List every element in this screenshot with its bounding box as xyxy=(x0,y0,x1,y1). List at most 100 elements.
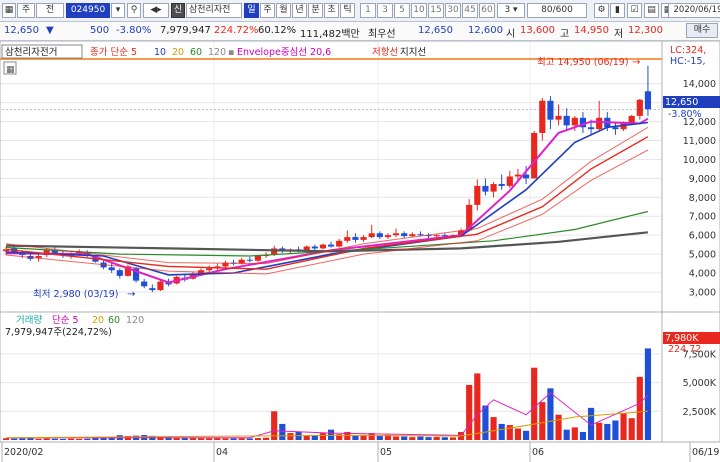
best-label: 최우선 xyxy=(368,29,396,40)
period-tab-2[interactable]: 월 xyxy=(276,3,291,18)
candle-body xyxy=(108,267,115,271)
code-dropdown-icon[interactable]: ▾ xyxy=(111,3,125,18)
volume-bar xyxy=(279,423,286,440)
volume-bar xyxy=(303,435,310,440)
volume-bar xyxy=(238,438,245,440)
period-tab-5[interactable]: 초 xyxy=(324,3,339,18)
indicator-icon[interactable]: ▮ xyxy=(610,3,625,18)
chart-area[interactable]: 삼천리자전거 종가 단순 5 10 20 60 120 ▪ Envelope중심… xyxy=(0,41,720,462)
period-tab-0[interactable]: 일 xyxy=(244,3,259,18)
legend-envelope: Envelope중심선 20,6 xyxy=(237,47,331,58)
trade-value: 111,482백만 xyxy=(300,29,360,40)
candle-body xyxy=(571,117,578,126)
volume-bar xyxy=(67,438,75,440)
minute-tab-3[interactable]: 3 xyxy=(377,3,393,18)
x-tick-label: 2020/02 xyxy=(4,447,43,458)
volume-axis: 7,500K 5,000K 2,500K xyxy=(683,349,717,417)
volume-bar xyxy=(539,402,546,440)
period-tab-6[interactable]: 틱 xyxy=(340,3,355,18)
volume-tick-label: 5,000K xyxy=(683,378,717,389)
layout-icon[interactable]: ▤ xyxy=(644,3,659,18)
market-select[interactable]: 주 xyxy=(17,3,35,18)
best-ask: 12,650 xyxy=(418,25,453,36)
bar-count-input[interactable]: 80/600 xyxy=(527,3,587,18)
volume-bar xyxy=(51,438,58,440)
chart-settings-icon[interactable]: ⚙ xyxy=(594,3,609,18)
date-field[interactable]: 2020/06/19 xyxy=(668,3,720,18)
minute-tab-1[interactable]: 1 xyxy=(360,3,376,18)
stock-code-input[interactable]: 024950 xyxy=(66,3,110,18)
x-tick-label: 06/19 xyxy=(692,447,719,458)
candle-body xyxy=(392,233,400,236)
candle-body xyxy=(490,184,497,192)
vol-ma20: 20 xyxy=(92,315,104,326)
candle-body xyxy=(311,246,318,249)
prev-button[interactable]: 전 xyxy=(36,3,64,18)
zoom-grid-glyph: ▦ xyxy=(6,65,15,75)
minute-tab-30[interactable]: 30 xyxy=(445,3,461,18)
x-tick-label: 04 xyxy=(216,447,228,458)
volume-bar xyxy=(76,438,83,440)
volume-bar xyxy=(644,348,652,440)
low-label: 저 xyxy=(614,29,624,40)
price-tick-label: 6,000 xyxy=(689,231,716,242)
max-arrow-icon: → xyxy=(632,57,640,68)
candle-body xyxy=(206,268,213,271)
grid-menu-icon[interactable]: ▦ xyxy=(2,3,16,18)
minute-tab-5[interactable]: 5 xyxy=(394,3,410,18)
minute-tab-15[interactable]: 15 xyxy=(428,3,444,18)
candle-body xyxy=(417,234,424,236)
period-tab-3[interactable]: 년 xyxy=(292,3,307,18)
volume-bar xyxy=(11,438,18,440)
volume-bar xyxy=(571,427,578,440)
volume-bar xyxy=(327,429,335,440)
top-toolbar: ▦ 주 전 024950 ▾ ⚲ ◀▸ 신 삼천리자전 3 ▾ 80/600 ⚙… xyxy=(0,0,720,22)
volume-bar xyxy=(579,431,587,440)
turnover-rate: 60.12% xyxy=(258,25,297,36)
high-price: 14,950 xyxy=(574,25,609,36)
candle-body xyxy=(327,244,335,247)
category-badge: 신 xyxy=(171,3,185,18)
open-label: 시 xyxy=(506,29,516,40)
volume-bar xyxy=(59,438,67,440)
checkbox-icon[interactable]: ☑ xyxy=(627,3,642,18)
volume-ratio: 224.72% xyxy=(214,25,259,36)
volume-bar xyxy=(352,435,359,440)
high-label: 고 xyxy=(560,29,570,40)
candle-body xyxy=(433,235,440,237)
price-tick-label: 8,000 xyxy=(689,193,716,204)
volume-bar xyxy=(425,437,432,440)
best-bid: 12,600 xyxy=(468,25,503,36)
volume-bar xyxy=(409,437,416,440)
down-arrow-icon: ▼ xyxy=(46,25,54,36)
candle-body xyxy=(612,127,619,130)
period-tab-4[interactable]: 분 xyxy=(308,3,323,18)
volume-bar xyxy=(35,438,42,440)
candle-body xyxy=(344,237,351,241)
volume-bar xyxy=(620,413,627,440)
search-icon[interactable]: ⚲ xyxy=(127,3,141,18)
sound-icon[interactable]: ◀▸ xyxy=(143,3,169,18)
volume-bar xyxy=(628,418,635,440)
minute-tab-45[interactable]: 45 xyxy=(462,3,478,18)
volume-bar xyxy=(19,438,26,440)
hc-label: HC:-15, xyxy=(670,56,706,67)
price-tick-label: 3,000 xyxy=(689,287,716,298)
x-tick-label: 05 xyxy=(380,447,392,458)
volume-bar xyxy=(376,435,383,440)
candle-body xyxy=(157,281,164,291)
max-annotation: 최고 14,950 (06/19) xyxy=(537,57,629,68)
volume-bar xyxy=(514,428,522,440)
volume-bar xyxy=(287,433,294,440)
minute-tab-10[interactable]: 10 xyxy=(411,3,427,18)
min-annotation: 최저 2,980 (03/19) xyxy=(33,289,119,300)
interval-select[interactable]: 3 ▾ xyxy=(497,3,525,18)
volume-bar xyxy=(254,438,262,440)
period-tab-1[interactable]: 주 xyxy=(260,3,275,18)
buy-button[interactable]: 매수 xyxy=(686,23,718,38)
legend-dot: ▪ xyxy=(228,47,234,58)
price-tick-label: 14,000 xyxy=(683,79,716,90)
volume-bar xyxy=(197,438,205,440)
volume-bar xyxy=(555,414,562,440)
minute-tab-60[interactable]: 60 xyxy=(479,3,495,18)
